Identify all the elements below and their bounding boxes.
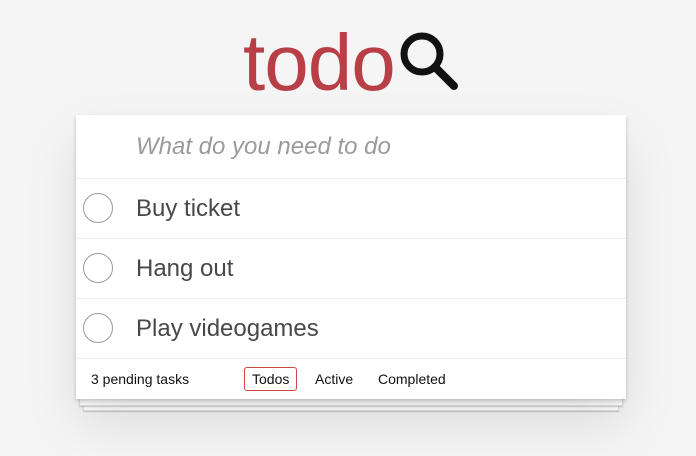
todo-label[interactable]: Play videogames [136, 314, 319, 344]
todo-toggle-checkbox[interactable] [83, 193, 113, 223]
new-todo-row [76, 115, 626, 179]
todo-item: Hang out [76, 239, 626, 299]
app-title: todo [243, 18, 396, 107]
pending-count: 3 pending tasks [91, 371, 190, 387]
todo-app: todo Buy ticket Hang out Play video [0, 0, 696, 456]
todo-label[interactable]: Hang out [136, 254, 233, 284]
search-icon[interactable] [398, 30, 462, 92]
todo-item: Buy ticket [76, 179, 626, 239]
todo-label[interactable]: Buy ticket [136, 194, 240, 224]
search-icon-graphic [400, 32, 458, 90]
filter-completed[interactable]: Completed [370, 367, 454, 391]
app-header: todo [0, 0, 696, 112]
filter-active[interactable]: Active [307, 367, 361, 391]
todo-item: Play videogames [76, 299, 626, 359]
todo-list: Buy ticket Hang out Play videogames [76, 179, 626, 359]
todo-toggle-checkbox[interactable] [83, 313, 113, 343]
todo-card: Buy ticket Hang out Play videogames 3 pe… [76, 115, 626, 399]
todo-footer: 3 pending tasks Todos Active Completed [76, 359, 626, 399]
todo-toggle-checkbox[interactable] [83, 253, 113, 283]
new-todo-input[interactable] [136, 127, 606, 167]
filter-todos[interactable]: Todos [244, 367, 298, 391]
